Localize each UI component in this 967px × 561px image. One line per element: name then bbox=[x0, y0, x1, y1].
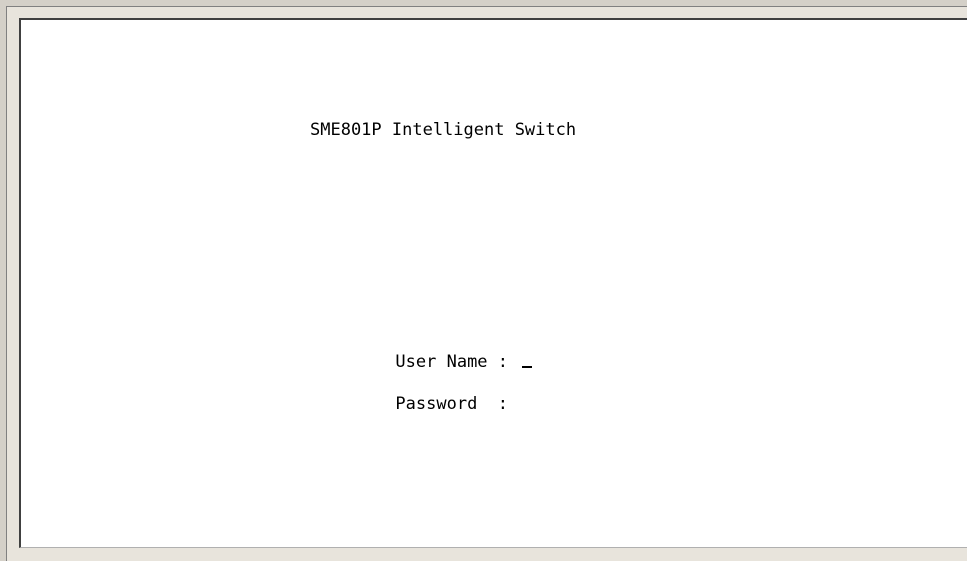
password-label: Password bbox=[395, 394, 478, 414]
username-label: User Name bbox=[395, 352, 488, 372]
window-frame: SME801P Intelligent Switch User Name : P… bbox=[0, 0, 967, 561]
username-separator: : bbox=[497, 352, 509, 372]
password-separator: : bbox=[497, 394, 509, 414]
terminal-screen[interactable]: SME801P Intelligent Switch User Name : P… bbox=[19, 18, 967, 548]
password-row: Password : bbox=[334, 374, 518, 434]
switch-title: SME801P Intelligent Switch bbox=[310, 120, 577, 140]
text-cursor bbox=[522, 366, 533, 368]
